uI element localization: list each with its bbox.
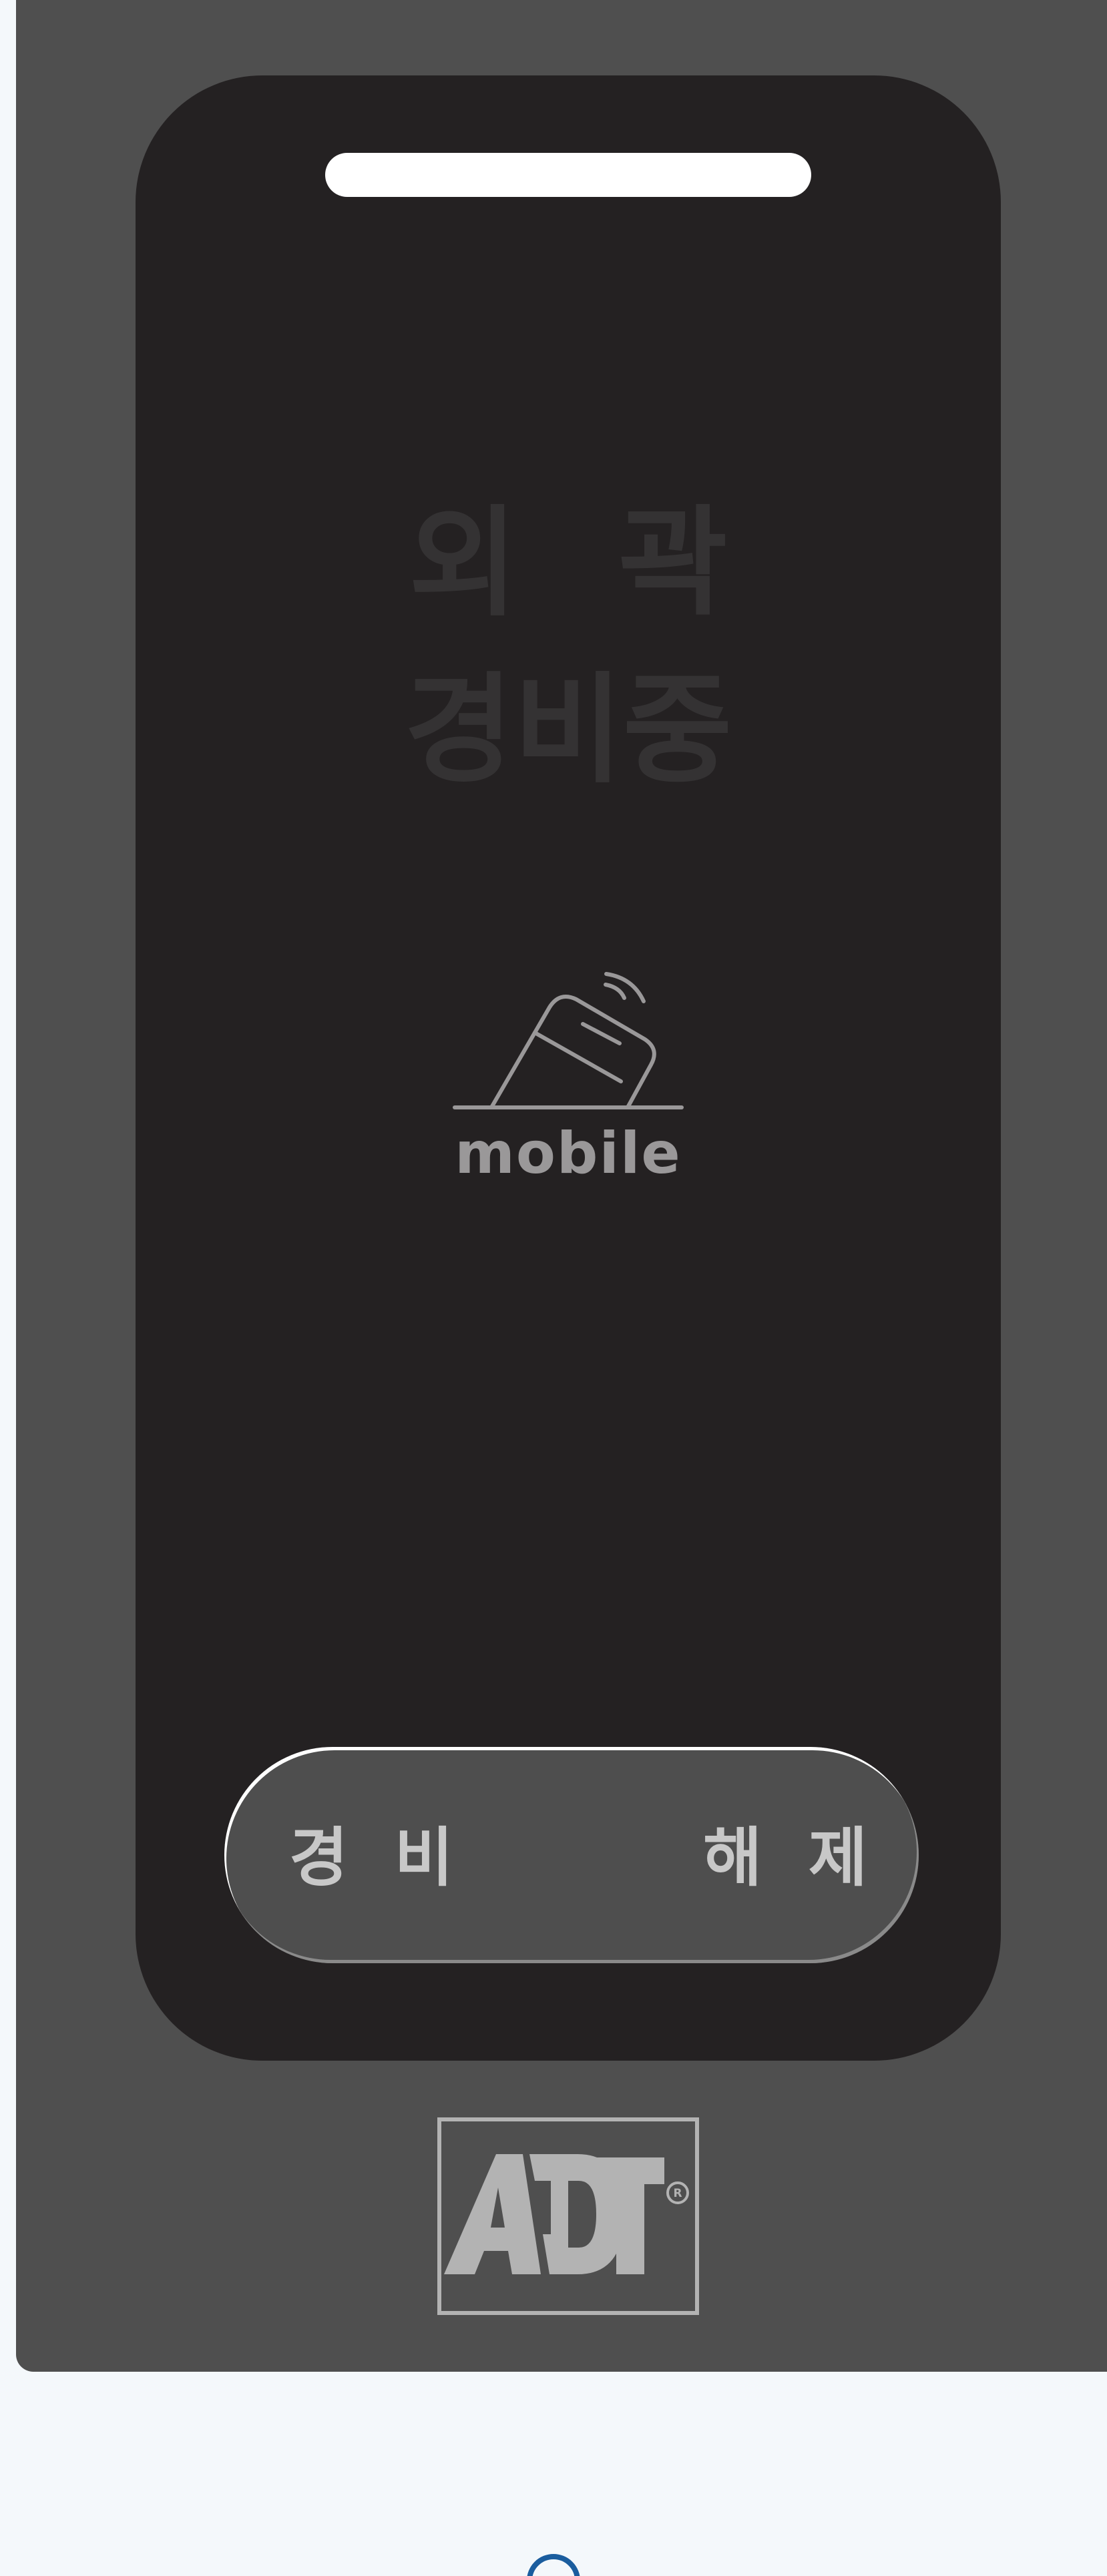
mobile-tilt-icon: [453, 972, 684, 1109]
adt-logo: R: [437, 2117, 699, 2315]
disarm-button[interactable]: 해 제: [703, 1826, 879, 1890]
mobile-label: mobile: [455, 1120, 682, 1187]
arm-button[interactable]: 경 비: [289, 1826, 465, 1890]
status-line-2: 경비중: [404, 661, 732, 799]
scroll-indicator-icon[interactable]: [527, 2554, 580, 2576]
speaker-slot: [325, 153, 811, 197]
status-line-1: 외 곽: [409, 494, 757, 632]
svg-text:R: R: [673, 2187, 682, 2200]
page: 외 곽 경비중 mobile 경 비 해 제 R: [0, 0, 1107, 2576]
